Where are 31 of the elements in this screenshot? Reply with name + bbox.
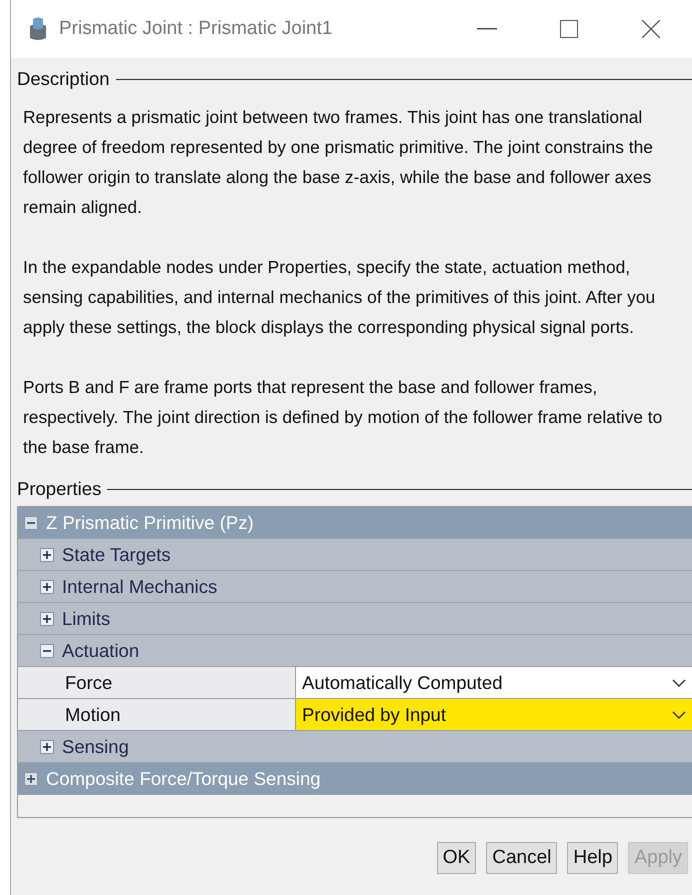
expand-icon[interactable]: [40, 580, 54, 594]
tree-node[interactable]: Sensing: [18, 731, 692, 763]
chevron-icon: [672, 678, 686, 686]
section-label: Description: [17, 68, 110, 90]
collapse-icon[interactable]: [40, 644, 54, 658]
dialog-button[interactable]: Cancel: [486, 842, 558, 874]
maximize-icon[interactable]: [560, 20, 578, 38]
section-label: Properties: [17, 478, 102, 500]
minimize-icon[interactable]: [477, 28, 497, 30]
tree-node[interactable]: Internal Mechanics: [18, 571, 692, 603]
property-name: Force: [18, 667, 296, 698]
chevron-icon: [672, 710, 686, 718]
close-icon[interactable]: [642, 20, 660, 38]
dialog-button[interactable]: OK: [436, 842, 476, 874]
value-dropdown[interactable]: Provided by Input: [296, 699, 692, 730]
tree-node[interactable]: State Targets: [18, 539, 692, 571]
expand-icon[interactable]: [40, 612, 54, 626]
expand-icon[interactable]: [24, 772, 38, 786]
description-paragraph: Ports B and F are frame ports that represent the base and follower frames, respectively. The joint direction is defined by motion of the follower frame relative to the base frame.: [23, 376, 664, 459]
expand-icon[interactable]: [40, 740, 54, 754]
value-dropdown[interactable]: Automatically Computed: [296, 667, 692, 698]
tree-node[interactable]: Limits: [18, 603, 692, 635]
description-paragraph: In the expandable nodes under Properties, specify the state, actuation method, sensing capabilities, and internal mechanics of the primitives of this joint. After you apply these settings, the block displays the corresponding physical signal ports.: [23, 256, 656, 339]
expand-icon[interactable]: [40, 548, 54, 562]
window-title: Prismatic Joint : Prismatic Joint1: [59, 18, 334, 40]
dialog-button[interactable]: Help: [567, 842, 618, 874]
property-name: Motion: [18, 699, 296, 730]
tree-node[interactable]: Actuation: [18, 635, 692, 667]
cylinder-block-icon: [29, 16, 47, 42]
collapse-icon[interactable]: [24, 516, 38, 530]
description-paragraph: Represents a prismatic joint between two frames. This joint has one translational degree of freedom represented by one prismatic primitive. The joint constrains the follower origin to translate along the base z-axis, while the base and follower axes remain aligned.: [23, 106, 654, 219]
